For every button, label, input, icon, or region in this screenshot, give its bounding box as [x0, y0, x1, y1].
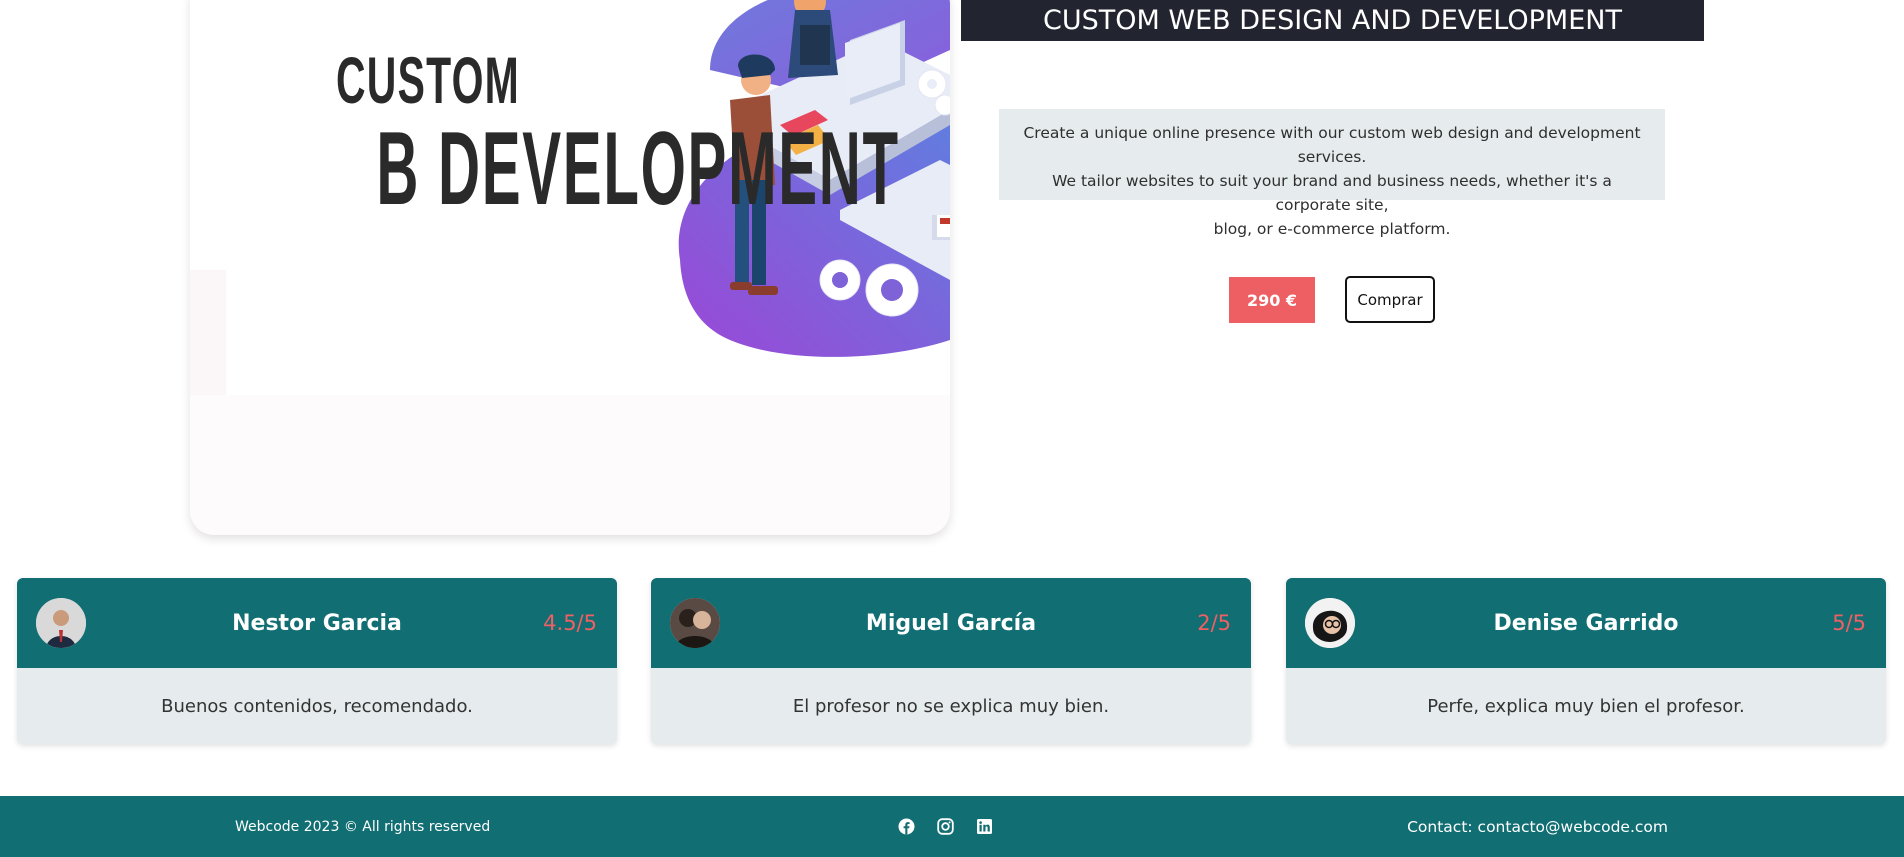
footer-copyright: Webcode 2023 © All rights reserved: [235, 818, 491, 835]
footer: Webcode 2023 © All rights reserved Conta…: [0, 796, 1904, 857]
description-line: blog, or e-commerce platform.: [1213, 220, 1451, 238]
description-line: We tailor websites to suit your brand an…: [1052, 172, 1612, 214]
product-description: Create a unique online presence with our…: [999, 109, 1665, 238]
review-rating: 5/5: [1832, 611, 1866, 635]
reviewer-name: Nestor Garcia: [232, 610, 402, 636]
review-card: Nestor Garcia 4.5/5 Buenos contenidos, r…: [17, 578, 617, 744]
review-rating: 2/5: [1197, 611, 1231, 635]
review-header: Denise Garrido 5/5: [1286, 578, 1886, 668]
buy-button[interactable]: Comprar: [1345, 276, 1435, 323]
instagram-icon[interactable]: [937, 818, 954, 835]
review-comment: Buenos contenidos, recomendado.: [161, 695, 473, 717]
review-header: Miguel García 2/5: [651, 578, 1251, 668]
review-card: Miguel García 2/5 El profesor no se expl…: [651, 578, 1251, 744]
linkedin-icon[interactable]: [976, 818, 993, 835]
footer-contact: Contact: contacto@webcode.com: [1407, 817, 1668, 836]
reviewer-name: Miguel García: [865, 610, 1037, 636]
image-text-development: B DEVELOPMENT: [376, 111, 900, 227]
reviewer-name: Denise Garrido: [1493, 610, 1679, 636]
product-title: CUSTOM WEB DESIGN AND DEVELOPMENT: [961, 0, 1704, 41]
description-line: Create a unique online presence with our…: [1023, 124, 1641, 166]
price-badge: 290 €: [1229, 277, 1315, 323]
review-header: Nestor Garcia 4.5/5: [17, 578, 617, 668]
review-comment: Perfe, explica muy bien el profesor.: [1427, 695, 1745, 717]
review-card: Denise Garrido 5/5 Perfe, explica muy bi…: [1286, 578, 1886, 744]
review-comment: El profesor no se explica muy bien.: [792, 695, 1110, 717]
facebook-icon[interactable]: [898, 818, 915, 835]
image-text-custom: CUSTOM: [335, 43, 521, 117]
review-rating: 4.5/5: [543, 611, 597, 635]
product-image-card: CUSTOM B DEVELOPMENT: [190, 0, 950, 535]
